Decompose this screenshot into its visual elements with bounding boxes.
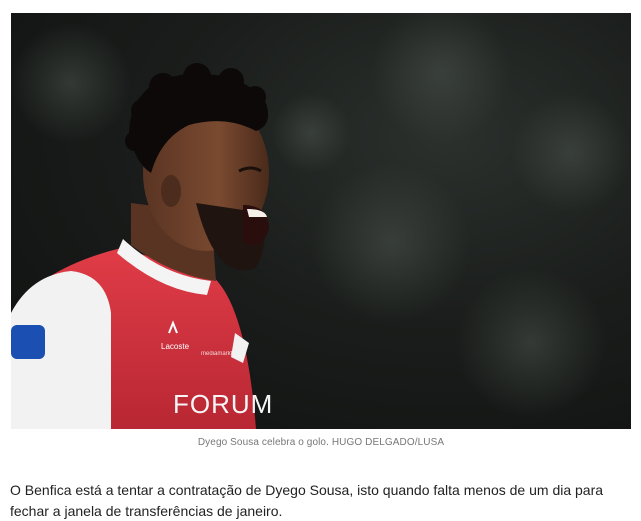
article-paragraph: O Benfica está a tentar a contratação de…: [10, 482, 604, 519]
photo-caption: Dyego Sousa celebra o golo. HUGO DELGADO…: [197, 437, 445, 448]
player-illustration: Lacoste mediamarkt FORUM: [11, 13, 631, 429]
svg-text:mediamarkt: mediamarkt: [201, 351, 233, 357]
league-badge-icon: [11, 325, 45, 359]
svg-text:FORUM: FORUM: [173, 389, 273, 419]
article: Lacoste mediamarkt FORUM Dyego Sousa cel…: [0, 0, 641, 521]
svg-text:Lacoste: Lacoste: [161, 342, 190, 351]
article-photo: Lacoste mediamarkt FORUM: [11, 13, 631, 429]
